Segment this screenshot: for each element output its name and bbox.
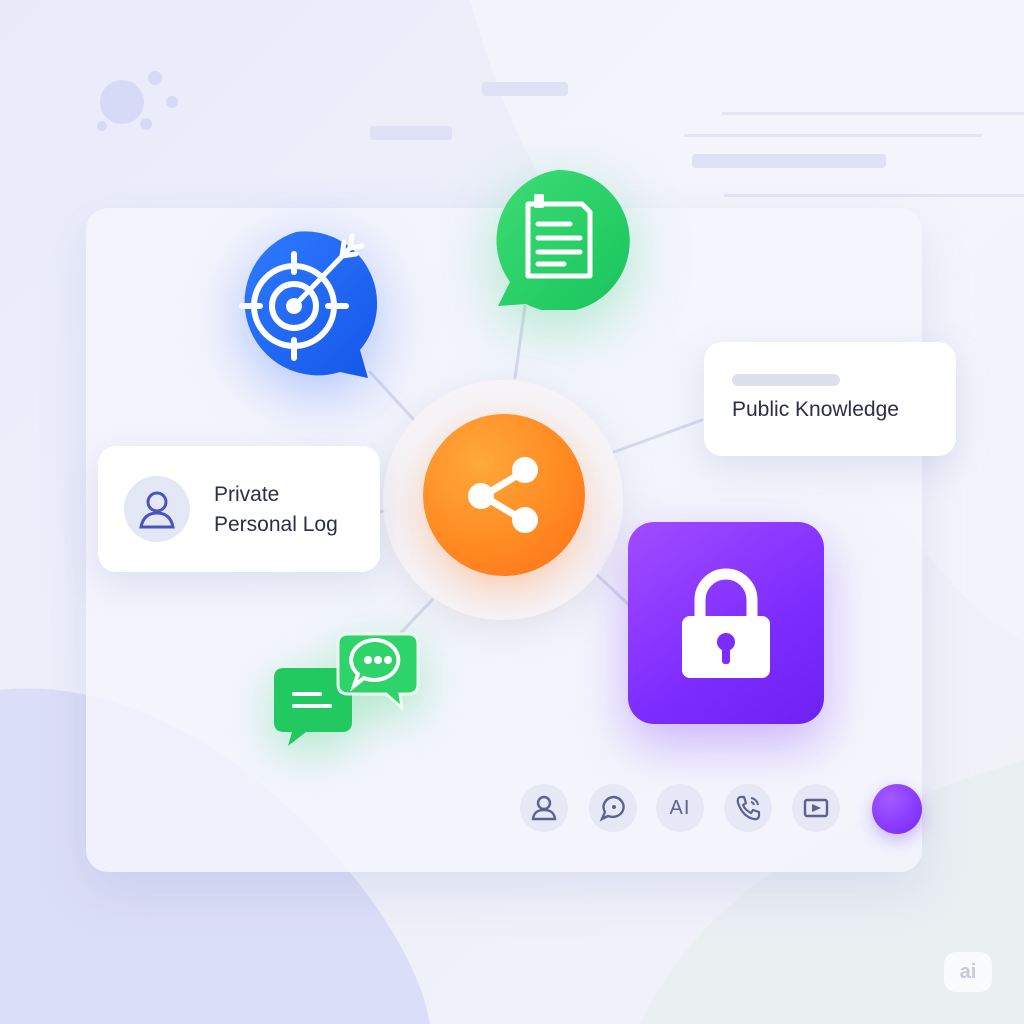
document-icon <box>496 169 630 312</box>
video-icon <box>803 798 829 818</box>
public-knowledge-card[interactable]: Public Knowledge <box>704 342 956 456</box>
phone-icon <box>736 795 761 821</box>
chat-node[interactable] <box>272 632 422 748</box>
personal-log-label: Personal Log <box>214 513 338 536</box>
user-icon <box>531 795 557 821</box>
lock-node[interactable] <box>628 522 824 724</box>
target-icon <box>239 231 378 378</box>
toolbar-video-button[interactable] <box>792 784 840 832</box>
share-icon <box>468 457 538 533</box>
public-knowledge-label: Public Knowledge <box>732 398 899 421</box>
ai-watermark: ai <box>944 952 992 992</box>
status-indicator[interactable] <box>872 784 922 834</box>
share-hub[interactable] <box>423 414 585 576</box>
chat-icon <box>599 795 625 822</box>
placeholder-bar <box>732 374 840 386</box>
avatar <box>124 476 190 542</box>
private-label: Private <box>214 483 280 506</box>
toolbar-ai-button[interactable]: AI <box>656 784 704 832</box>
user-icon <box>139 491 175 529</box>
private-log-label: Private Personal Log <box>214 480 338 540</box>
toolbar-phone-button[interactable] <box>724 784 772 832</box>
lock-icon <box>682 568 770 678</box>
private-log-card[interactable]: Private Personal Log <box>98 446 380 572</box>
document-node[interactable] <box>486 169 632 312</box>
target-node[interactable] <box>222 230 378 386</box>
chat-bubbles-icon <box>274 632 420 746</box>
watermark-label: ai <box>959 960 977 983</box>
text-ai-icon: AI <box>669 796 691 819</box>
toolbar-user-button[interactable] <box>520 784 568 832</box>
toolbar-chat-button[interactable] <box>589 784 637 832</box>
